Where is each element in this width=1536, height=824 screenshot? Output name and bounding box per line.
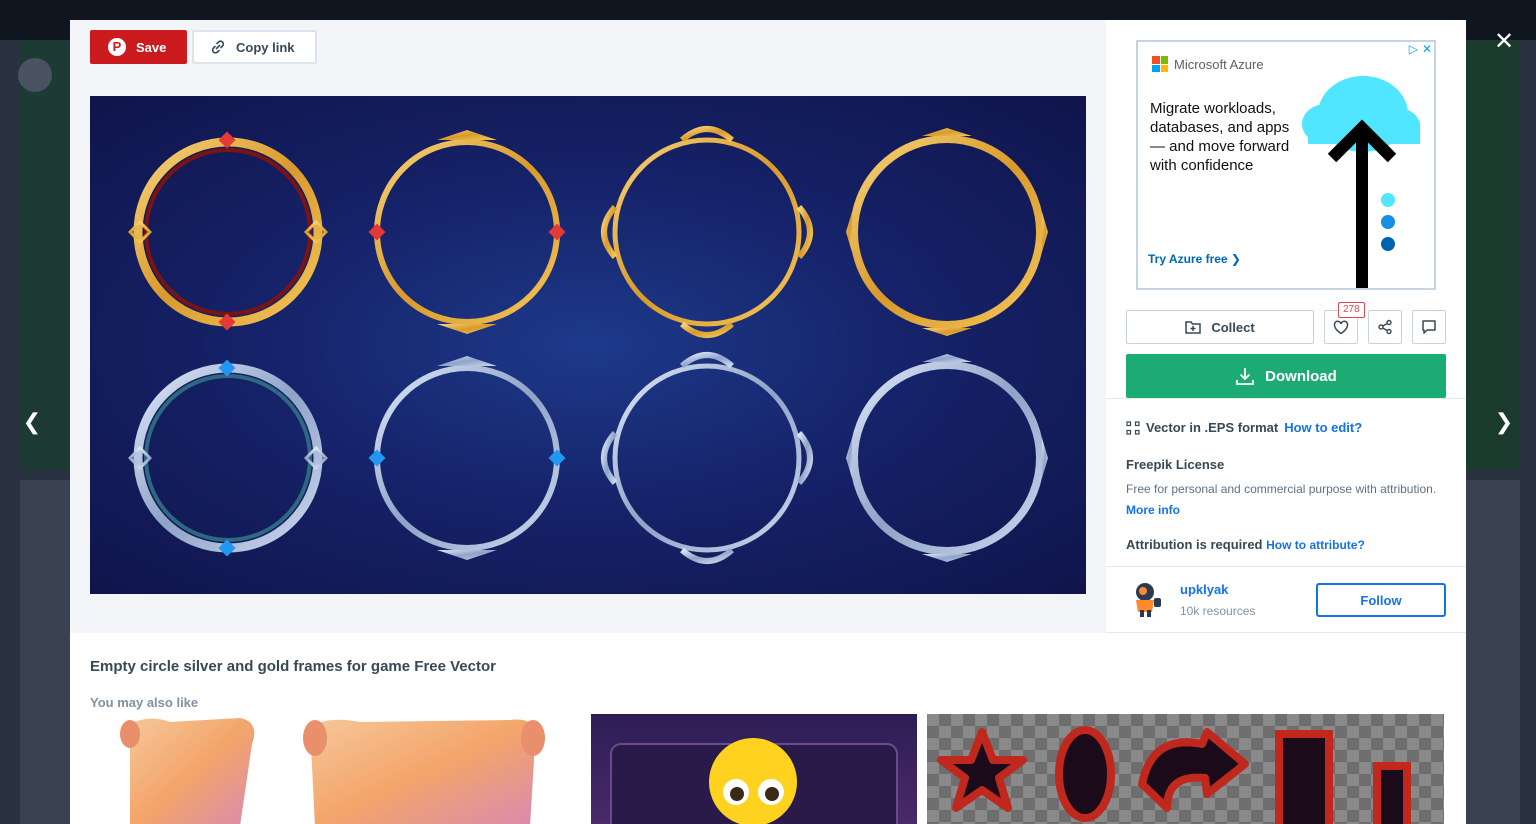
silver-frame-4 [846,354,1048,562]
copy-link-button[interactable]: Copy link [192,30,317,64]
like-count-badge: 278 [1338,302,1365,318]
gold-frame-3 [601,126,813,338]
comment-icon [1422,320,1436,334]
ad-headline: Migrate workloads, databases, and apps— … [1150,100,1290,174]
chevron-right-icon[interactable]: ❯ [1490,408,1518,436]
resource-title: Empty circle silver and gold frames for … [90,658,496,675]
advertisement[interactable]: ▷ ✕ Microsoft Azure Migrate workloads, d… [1136,40,1436,290]
gold-frame-4 [846,128,1048,336]
related-thumbnail[interactable] [927,714,1444,824]
download-button[interactable]: Download [1126,354,1446,398]
how-to-attribute-link[interactable]: How to attribute? [1266,538,1365,552]
ad-choices-icon[interactable]: ▷ [1409,42,1418,56]
ad-cta-link[interactable]: Try Azure free ❯ [1148,252,1241,266]
link-icon [211,40,225,54]
silver-frame-3 [601,352,813,564]
game-character-illustration [610,738,898,824]
vector-format-icon [1126,420,1140,435]
close-icon[interactable]: ✕ [1490,28,1518,56]
file-format-row: Vector in .EPS format How to edit? [1126,420,1362,435]
divider [1106,632,1466,633]
save-label: Save [136,39,167,55]
divider [1106,566,1466,567]
microsoft-logo-icon [1152,56,1168,72]
collect-label: Collect [1211,319,1255,335]
attribution-label: Attribution is required [1126,537,1263,552]
ad-close-icon[interactable]: ✕ [1422,42,1432,56]
author-resources: 10k resources [1180,604,1256,618]
follow-button[interactable]: Follow [1316,583,1446,617]
chevron-left-icon[interactable]: ❮ [18,408,46,436]
details-panel: ▷ ✕ Microsoft Azure Migrate workloads, d… [1106,20,1466,633]
silver-frame-1 [127,359,329,557]
more-info-link[interactable]: More info [1126,503,1180,517]
divider [1106,398,1466,399]
collect-button[interactable]: Collect [1126,310,1314,344]
comment-button[interactable] [1412,310,1446,344]
format-label: Vector in .EPS format [1146,420,1279,435]
share-icon [1378,319,1392,335]
marquee-frames-illustration [937,726,1411,824]
related-thumbnail[interactable] [90,714,570,824]
license-text: Free for personal and commercial purpose… [1126,482,1437,496]
preview-area: P Save Copy link [70,20,1106,633]
frames-illustration [127,126,1048,564]
license-description: Free for personal and commercial purpose… [1126,479,1446,521]
ad-brand: Microsoft Azure [1152,56,1264,72]
related-heading: You may also like [90,695,199,710]
license-title: Freepik License [1126,457,1225,472]
silver-frame-2 [368,356,566,560]
related-thumbnail[interactable] [591,714,917,824]
download-label: Download [1265,367,1337,385]
how-to-edit-link[interactable]: How to edit? [1284,420,1362,435]
gold-frame-2 [368,130,566,334]
parchment-scrolls-illustration [120,718,545,824]
pinterest-icon: P [108,38,126,56]
background-avatar [18,58,52,92]
ad-choices[interactable]: ▷ ✕ [1409,42,1432,56]
detail-modal: P Save Copy link ▷ ✕ Microsoft Azure Mig… [70,20,1466,824]
copy-link-label: Copy link [236,39,295,55]
author-avatar[interactable] [1128,580,1166,618]
attribution-row: Attribution is required How to attribute… [1126,537,1365,552]
folder-add-icon [1185,321,1202,334]
download-icon [1236,368,1255,385]
gold-frame-1 [127,131,329,331]
ad-brand-label: Microsoft Azure [1174,56,1264,72]
save-button[interactable]: P Save [90,30,187,64]
heart-icon [1333,319,1349,334]
main-preview-image[interactable] [90,96,1086,594]
author-name[interactable]: upklyak [1180,582,1228,597]
cloud-upload-icon [1302,76,1420,288]
share-button[interactable] [1368,310,1402,344]
